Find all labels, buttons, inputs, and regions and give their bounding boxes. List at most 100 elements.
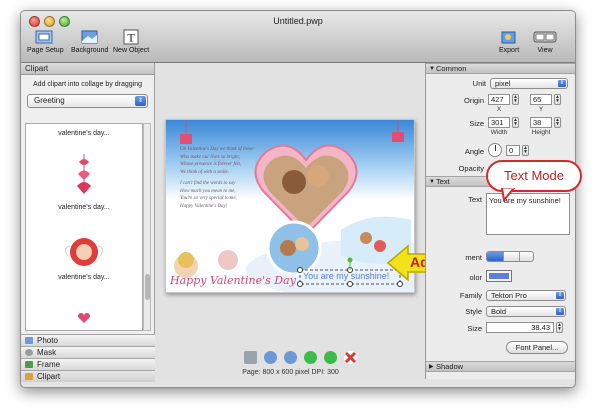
color-label: olor — [469, 273, 482, 282]
color-well[interactable] — [486, 270, 512, 282]
scrollbar-thumb[interactable] — [145, 274, 150, 300]
background-icon — [81, 30, 98, 44]
origin-label: Origin — [463, 96, 484, 105]
list-item[interactable] — [26, 312, 142, 326]
tab-clipart[interactable]: Clipart — [21, 370, 155, 382]
new-object-button[interactable]: T New Object — [113, 29, 149, 54]
select-arrows-icon: ⇕ — [556, 292, 564, 299]
clipart-label: valentine's day... — [58, 204, 110, 211]
poem-line: You're so very special to me, — [180, 196, 237, 201]
tab-photo[interactable]: Photo — [21, 334, 155, 346]
poem-line: Whose presence is forever felt, — [180, 162, 242, 167]
unit-select[interactable]: pixel ⇕ — [490, 78, 568, 89]
crop-button[interactable] — [244, 351, 257, 364]
titlebar: Untitled.pwp Page Setup Background T New… — [21, 11, 575, 63]
tab-clipart-label: Clipart — [37, 372, 61, 381]
origin-x-stepper[interactable]: ▲ ▼ — [512, 94, 519, 105]
clipart-scrollbar[interactable] — [143, 123, 151, 331]
clipart-label: valentine's day... — [58, 130, 110, 137]
category-select[interactable]: Greeting ⇕ — [27, 94, 148, 108]
x-label: X — [496, 106, 502, 113]
send-backward-button[interactable] — [324, 351, 337, 364]
view-button[interactable]: View — [533, 29, 557, 54]
svg-text:T: T — [127, 31, 135, 45]
unit-value: pixel — [495, 79, 511, 88]
canvas-area[interactable]: On Valentine's Day we think of those Who… — [156, 63, 449, 379]
clipart-label: valentine's day... — [58, 274, 110, 281]
clipart-list[interactable]: valentine's day... valentine's day... va… — [25, 123, 143, 331]
text-header-label: Text — [436, 177, 450, 186]
color-swatch — [489, 273, 509, 279]
angle-label: Angle — [464, 147, 484, 156]
window-title: Untitled.pwp — [273, 16, 323, 26]
clipart-sidebar: Clipart Add clipart into collage by drag… — [21, 63, 155, 382]
angle-stepper[interactable]: ▲ ▼ — [522, 145, 529, 156]
tab-mask[interactable]: Mask — [21, 346, 155, 358]
text-mode-label: Text Mode — [504, 168, 564, 183]
page-setup-button[interactable]: Page Setup — [27, 29, 64, 54]
disclosure-right-icon: ▶ — [429, 364, 434, 370]
width-field[interactable]: 301 — [488, 117, 510, 128]
shadow-section-header[interactable]: ▶ Shadow — [426, 361, 575, 372]
common-header-label: Common — [436, 64, 467, 73]
background-button[interactable]: Background — [71, 29, 108, 54]
font-family-select[interactable]: Tekton Pro ⇕ — [486, 290, 566, 301]
width-stepper[interactable]: ▲ ▼ — [512, 117, 519, 128]
common-section-header[interactable]: ▼ Common — [426, 63, 575, 74]
tab-mask-label: Mask — [37, 348, 57, 357]
poem-line: How much you mean to me, — [180, 188, 236, 194]
font-style-value: Bold — [491, 307, 507, 316]
delete-icon — [344, 351, 357, 364]
font-size-label: Size — [467, 324, 482, 333]
disclosure-down-icon: ▼ — [429, 66, 435, 72]
card-caption: Happy Valentine's Day — [170, 274, 296, 287]
alignment-segmented[interactable] — [486, 251, 534, 262]
align-center-button[interactable] — [503, 252, 519, 261]
family-label: Family — [459, 291, 482, 300]
font-size-field[interactable]: 38.43 — [486, 322, 554, 333]
bring-forward-button[interactable] — [304, 351, 317, 364]
unit-label: Unit — [472, 79, 486, 88]
sidebar-hint: Add clipart into collage by dragging — [33, 81, 142, 88]
width-label: Width — [490, 129, 508, 136]
angle-field[interactable]: 0 — [506, 145, 520, 156]
shadow-header-label: Shadow — [436, 362, 464, 371]
origin-x-field[interactable]: 427 — [488, 94, 510, 105]
view-icon — [533, 31, 557, 43]
align-right-button[interactable] — [519, 252, 533, 261]
new-object-label: New Object — [113, 47, 150, 54]
background-label: Background — [71, 47, 109, 54]
sidebar-header: Clipart — [21, 63, 154, 75]
tab-frame[interactable]: Frame — [21, 358, 155, 370]
category-value: Greeting — [34, 96, 65, 105]
select-arrows-icon: ⇕ — [135, 96, 146, 106]
list-item[interactable]: valentine's day... — [26, 130, 142, 137]
page-setup-label: Page Setup — [27, 47, 64, 54]
poem-line: On Valentine's Day we think of those — [180, 147, 254, 152]
clipart-icon — [25, 373, 33, 380]
small-heart-clipart — [78, 313, 90, 323]
align-left-button[interactable] — [487, 252, 503, 261]
cupid-clipart — [64, 238, 104, 266]
font-size-stepper[interactable]: ▲ ▼ — [556, 322, 563, 333]
list-item[interactable]: valentine's day... — [26, 232, 142, 281]
mask-icon — [25, 349, 33, 356]
selected-text-object[interactable]: You are my sunshine! — [303, 271, 399, 281]
font-panel-button[interactable]: Font Panel... — [506, 341, 568, 354]
collage-page[interactable]: On Valentine's Day we think of those Who… — [165, 119, 415, 293]
alignment-label: ment — [465, 253, 482, 262]
text-content-area[interactable]: You are my sunshine! — [486, 193, 570, 235]
disclosure-down-icon: ▼ — [429, 179, 435, 185]
height-field[interactable]: 38 — [530, 117, 552, 128]
delete-button[interactable] — [344, 351, 357, 364]
list-item[interactable]: valentine's day... — [26, 154, 142, 211]
height-stepper[interactable]: ▲ ▼ — [554, 117, 561, 128]
origin-y-stepper[interactable]: ▲ ▼ — [554, 94, 561, 105]
export-button[interactable]: Export — [499, 29, 519, 54]
rotate-right-button[interactable] — [284, 351, 297, 364]
font-style-select[interactable]: Bold ⇕ — [486, 306, 566, 317]
angle-dial[interactable] — [488, 143, 502, 157]
export-icon — [501, 31, 516, 44]
origin-y-field[interactable]: 65 — [530, 94, 552, 105]
rotate-left-button[interactable] — [264, 351, 277, 364]
